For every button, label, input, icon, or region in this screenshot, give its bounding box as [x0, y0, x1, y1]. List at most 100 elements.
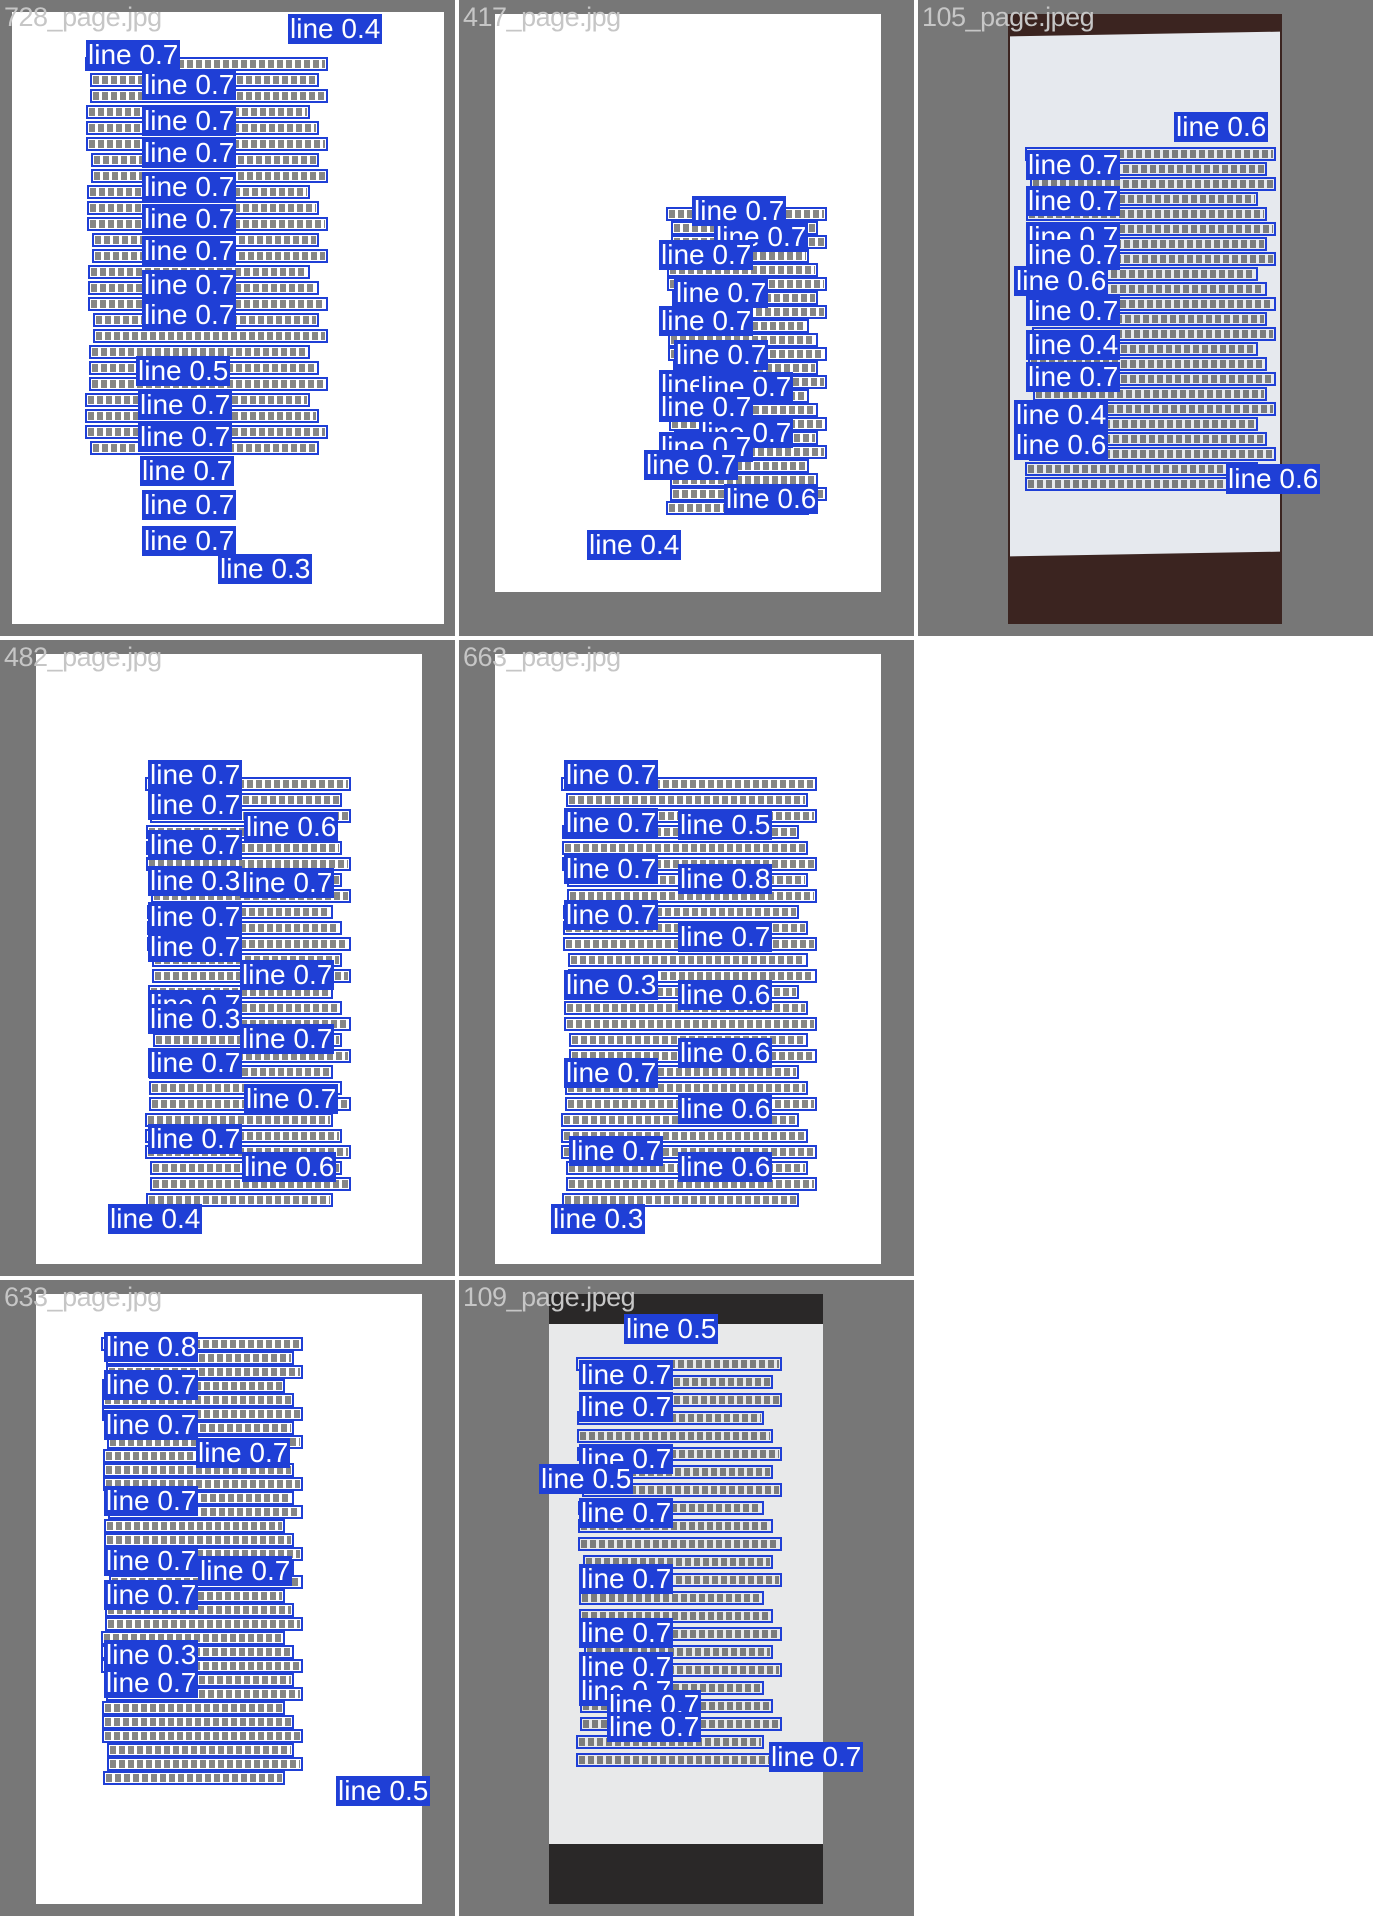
detection-box — [107, 1757, 303, 1771]
detection-label: line 0.6 — [678, 1093, 773, 1124]
detection-label: line 0.7 — [579, 1563, 674, 1594]
detection-label: line 0.4 — [1014, 399, 1109, 430]
detection-box — [107, 1743, 294, 1757]
detection-label: line 0.4 — [288, 13, 383, 44]
panel-482: 482_page.jpg line 0.7 line 0.7 line 0.6 lin… — [0, 640, 455, 1276]
detection-label: line 0.7 — [142, 299, 237, 330]
panel-105: 105_page.jpeg line 0.6 line 0.7 line 0.7 li… — [918, 0, 1373, 636]
detection-label: line 0.7 — [138, 389, 233, 420]
detection-label: line 0.6 — [678, 1037, 773, 1068]
detection-label: line 0.7 — [579, 1359, 674, 1390]
detection-label: line 0.7 — [579, 1391, 674, 1422]
detection-label: line 0.7 — [148, 901, 243, 932]
panel-728: 728_page.jpg line 0.4 line 0.7 line 0.7 lin… — [0, 0, 455, 636]
detection-label: line 0.3 — [551, 1203, 646, 1234]
detection-box — [577, 1429, 773, 1443]
detection-label: line 0.7 — [240, 959, 335, 990]
detection-label: line 0.7 — [142, 69, 237, 100]
detection-label: line 0.7 — [148, 789, 243, 820]
detection-label: line 0.6 — [1014, 429, 1109, 460]
detection-label: line 0.7 — [564, 807, 659, 838]
detection-label: line 0.7 — [148, 931, 243, 962]
detection-label: line 0.7 — [104, 1485, 199, 1516]
detection-label: line 0.7 — [142, 269, 237, 300]
detection-label: line 0.7 — [140, 455, 235, 486]
detection-box — [1025, 462, 1258, 476]
detection-label: line 0.6 — [678, 979, 773, 1010]
detection-label: line 0.7 — [104, 1667, 199, 1698]
detection-label: line 0.7 — [1026, 149, 1121, 180]
detection-label: line 0.3 — [564, 969, 659, 1000]
detection-label: line 0.3 — [148, 865, 243, 896]
detection-label: line 0.6 — [1174, 111, 1269, 142]
detection-label: line 0.7 — [86, 39, 181, 70]
panel-filename: 105_page.jpeg — [922, 2, 1095, 32]
panel-filename: 482_page.jpg — [4, 642, 162, 672]
detection-label: line 0.6 — [1226, 463, 1321, 494]
detection-box — [93, 329, 328, 343]
detection-box — [102, 1715, 294, 1729]
panel-633: 633_page.jpg line 0.8 line 0.7 line 0.7 lin… — [0, 1280, 455, 1916]
detection-box — [576, 1753, 773, 1767]
detection-label: line 0.7 — [142, 137, 237, 168]
detection-label: line 0.7 — [1026, 361, 1121, 392]
detection-label: line 0.7 — [142, 525, 237, 556]
detection-label: line 0.7 — [104, 1369, 199, 1400]
detection-label: line 0.7 — [564, 853, 659, 884]
mosaic-grid: 728_page.jpg line 0.4 line 0.7 line 0.7 lin… — [0, 0, 1374, 1920]
detection-label: line 0.7 — [142, 235, 237, 266]
detection-box — [105, 1617, 303, 1631]
detection-label: line 0.7 — [579, 1617, 674, 1648]
detection-box — [564, 1017, 817, 1031]
detection-label: line 0.3 — [148, 1003, 243, 1034]
detection-label: line 0.7 — [769, 1741, 864, 1772]
detection-label: line 0.7 — [1026, 185, 1121, 216]
detection-label: line 0.8 — [678, 863, 773, 894]
panel-filename: 728_page.jpg — [4, 2, 162, 32]
panel-filename: 663_page.jpg — [463, 642, 621, 672]
detection-label: line 0.7 — [142, 203, 237, 234]
detection-label: line 0.7 — [148, 829, 243, 860]
detection-label: line 0.7 — [674, 277, 769, 308]
detection-label: line 0.7 — [148, 1047, 243, 1078]
detection-label: line 0.7 — [142, 489, 237, 520]
detection-label: line 0.7 — [564, 759, 659, 790]
detection-label: line 0.7 — [244, 1083, 339, 1114]
detection-label: line 0.4 — [587, 529, 682, 560]
panel-filename: 109_page.jpeg — [463, 1282, 636, 1312]
detection-label: line 0.5 — [539, 1463, 634, 1494]
empty-cell — [918, 1280, 1373, 1916]
detection-label: line 0.5 — [136, 355, 231, 386]
panel-417: 417_page.jpg line 0.7 line 0.7 line 0.7 lin… — [459, 0, 914, 636]
detection-box — [103, 1771, 285, 1785]
detection-label: line 0.7 — [240, 1023, 335, 1054]
detection-box — [102, 1729, 303, 1743]
detection-label: line 0.4 — [1026, 329, 1121, 360]
detection-label: line 0.7 — [569, 1135, 664, 1166]
detection-label: line 0.7 — [138, 421, 233, 452]
detection-label: line 0.7 — [659, 305, 754, 336]
detection-label: line 0.4 — [108, 1203, 203, 1234]
detection-label: line 0.5 — [678, 809, 773, 840]
detection-label: line 0.6 — [678, 1151, 773, 1182]
detection-label: line 0.6 — [242, 1151, 337, 1182]
empty-cell — [918, 640, 1373, 1276]
detection-label: line 0.7 — [148, 759, 243, 790]
detection-label: line 0.7 — [644, 449, 739, 480]
panel-109: 109_page.jpeg line 0.5 line 0.7 line 0.7 li… — [459, 1280, 914, 1916]
detection-label: line 0.3 — [218, 553, 313, 584]
detection-label: line 0.7 — [196, 1437, 291, 1468]
detection-label: line 0.7 — [564, 1057, 659, 1088]
panel-filename: 417_page.jpg — [463, 2, 621, 32]
detection-label: line 0.5 — [336, 1775, 431, 1806]
detection-label: line 0.3 — [104, 1639, 199, 1670]
detection-label: line 0.6 — [724, 483, 819, 514]
detection-label: line 0.7 — [240, 867, 335, 898]
detection-box — [102, 1701, 285, 1715]
panel-filename: 633_page.jpg — [4, 1282, 162, 1312]
detection-label: line 0.7 — [674, 339, 769, 370]
detection-label: line 0.7 — [142, 105, 237, 136]
detection-label: line 0.7 — [564, 899, 659, 930]
detection-box — [566, 793, 808, 807]
detection-label: line 0.7 — [148, 1123, 243, 1154]
